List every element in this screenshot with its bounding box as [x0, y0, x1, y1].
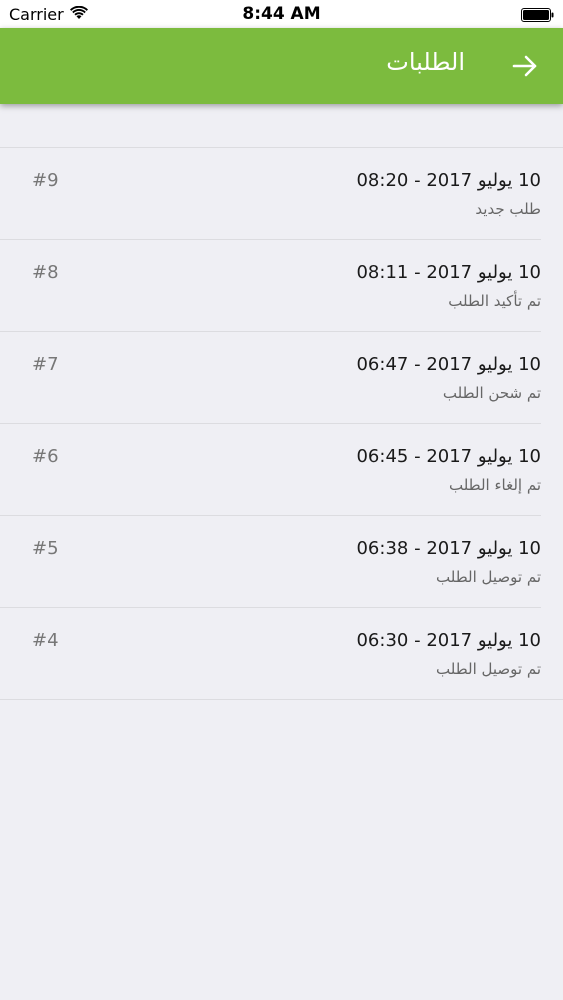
status-bar: Carrier 8:44 AM: [0, 0, 563, 28]
orders-list: 10 يوليو 2017 - 08:20 طلب جديد #9 10 يول…: [0, 147, 563, 700]
order-row[interactable]: 10 يوليو 2017 - 08:20 طلب جديد #9: [0, 148, 563, 240]
order-row[interactable]: 10 يوليو 2017 - 06:30 تم توصيل الطلب #4: [0, 608, 563, 700]
order-date: 10 يوليو 2017 - 06:38: [356, 538, 541, 559]
order-number: #4: [32, 630, 59, 651]
app-bar: الطلبات: [0, 28, 563, 104]
order-number: #6: [32, 446, 59, 467]
order-number: #8: [32, 262, 59, 283]
order-status: تم توصيل الطلب: [436, 660, 541, 678]
order-status: تم تأكيد الطلب: [448, 292, 541, 310]
order-number: #5: [32, 538, 59, 559]
order-number: #9: [32, 170, 59, 191]
order-status: تم إلغاء الطلب: [448, 476, 541, 494]
arrow-right-icon: [512, 55, 537, 77]
order-status: تم توصيل الطلب: [436, 568, 541, 586]
order-date: 10 يوليو 2017 - 08:11: [356, 262, 541, 283]
order-number: #7: [32, 354, 59, 375]
order-row[interactable]: 10 يوليو 2017 - 08:11 تم تأكيد الطلب #8: [0, 240, 563, 332]
order-date: 10 يوليو 2017 - 06:30: [356, 630, 541, 651]
status-time: 8:44 AM: [242, 4, 321, 24]
order-date: 10 يوليو 2017 - 06:45: [356, 446, 541, 467]
battery-icon: [521, 7, 555, 22]
order-row[interactable]: 10 يوليو 2017 - 06:45 تم إلغاء الطلب #6: [0, 424, 563, 516]
order-status: تم شحن الطلب: [442, 384, 541, 402]
page-title: الطلبات: [386, 48, 465, 76]
order-status: طلب جديد: [475, 200, 541, 218]
order-date: 10 يوليو 2017 - 06:47: [356, 354, 541, 375]
order-row[interactable]: 10 يوليو 2017 - 06:38 تم توصيل الطلب #5: [0, 516, 563, 608]
order-date: 10 يوليو 2017 - 08:20: [356, 170, 541, 191]
back-button[interactable]: [509, 50, 541, 82]
order-row[interactable]: 10 يوليو 2017 - 06:47 تم شحن الطلب #7: [0, 332, 563, 424]
